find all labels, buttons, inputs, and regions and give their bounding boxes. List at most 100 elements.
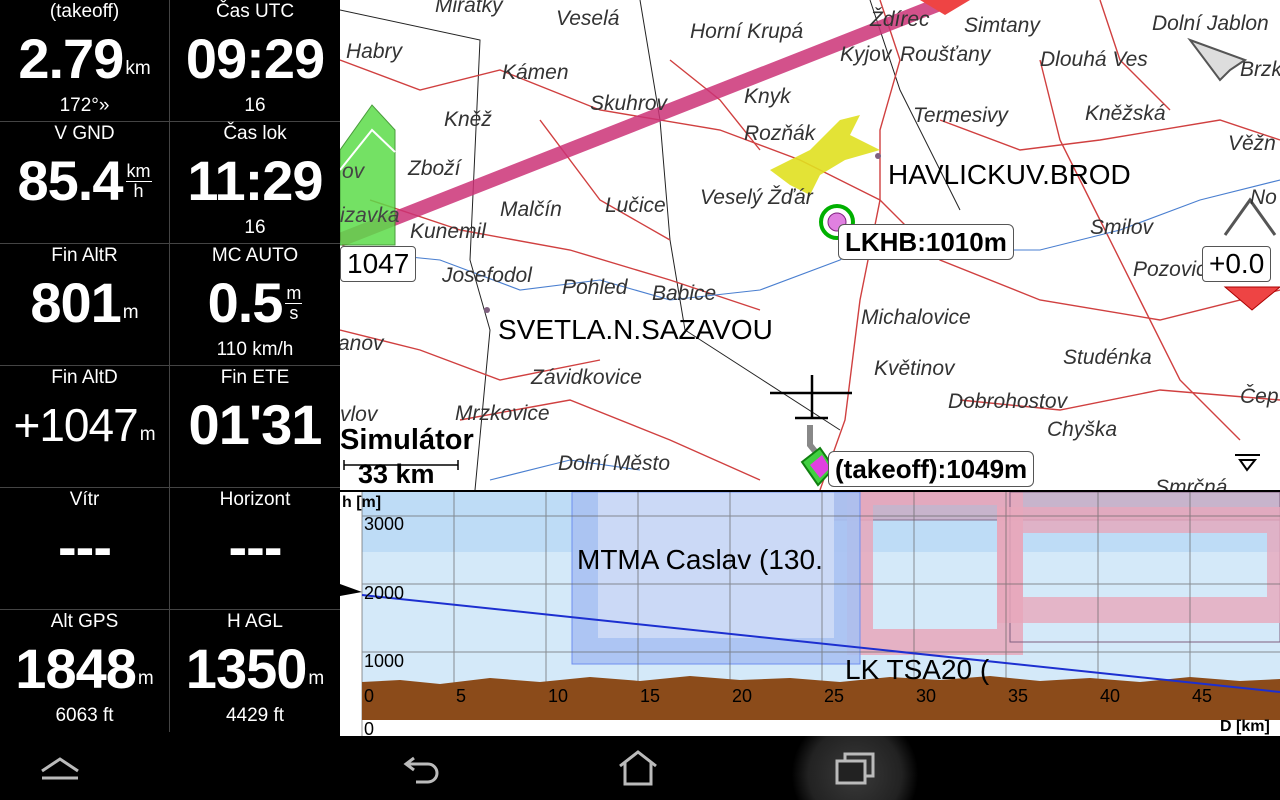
infobox-title: Fin AltD: [51, 367, 118, 388]
town-label: Věžn: [1228, 132, 1276, 155]
distance-tick: 25: [824, 686, 845, 706]
infobox-value: 2.79: [18, 27, 124, 90]
town-label: Ždírec: [870, 8, 930, 31]
vario-value-label: +0.0: [1202, 246, 1272, 282]
home-icon: [619, 750, 657, 786]
airspace-label: LK TSA20 (: [845, 654, 990, 685]
cross-section-graph: [340, 492, 1280, 738]
town-label: Habry: [346, 40, 403, 63]
town-label: Malčín: [500, 198, 562, 221]
infobox-value: 85.4: [17, 149, 124, 212]
terrain-profile: [362, 676, 1280, 720]
distance-tick: 10: [548, 686, 569, 706]
town-label: Dlouhá Ves: [1040, 48, 1148, 71]
back-button[interactable]: [362, 736, 482, 800]
distance-tick: 20: [732, 686, 753, 706]
infobox-unit: km: [125, 58, 151, 79]
airspace-label: MTMA Caslav (130.: [577, 544, 823, 575]
town-label: Skuhrov: [590, 92, 668, 115]
infobox-mc-auto[interactable]: MC AUTO 0.5 ms 110 km/h: [170, 244, 340, 366]
infobox-value: +1047: [13, 399, 138, 451]
town-label: Dolní Město: [558, 452, 671, 475]
town-label: Termesivy: [913, 104, 1008, 127]
infobox-takeoff-distance[interactable]: (takeoff) 2.79 km 172°»: [0, 0, 170, 122]
infobox-title: MC AUTO: [211, 245, 299, 266]
town-label: Kněž: [444, 108, 492, 131]
infobox-final-alt-diff[interactable]: Fin AltD +1047 m: [0, 366, 170, 488]
town-label: Dolní Jablon: [1152, 12, 1269, 35]
town-label: Kámen: [502, 61, 569, 84]
home-button[interactable]: [578, 736, 698, 800]
north-arrow-icon: [1187, 37, 1248, 82]
town-label: No: [1250, 186, 1277, 209]
town-label: Kunemil: [410, 220, 486, 243]
town-label: Horní Krupá: [690, 20, 804, 43]
moving-map[interactable]: Miratky Veselá Habry Horní Krupá Ždírec …: [340, 0, 1280, 490]
waypoint-label-lkhb[interactable]: LKHB:1010m: [838, 224, 1014, 260]
infobox-value: ---: [228, 515, 283, 578]
infobox-panel: (takeoff) 2.79 km 172°» Čas UTC 09:29 16 …: [0, 0, 340, 736]
distance-tick: 0: [364, 686, 375, 706]
distance-tick: 15: [640, 686, 661, 706]
infobox-value: ---: [58, 515, 112, 578]
distance-tick: 30: [916, 686, 937, 706]
town-label: Rozňák: [744, 122, 816, 145]
infobox-horizon[interactable]: Horizont ---: [170, 488, 340, 610]
distance-axis-label: D [km]: [1220, 718, 1270, 735]
infobox-final-alt-required[interactable]: Fin AltR 801 m: [0, 244, 170, 366]
infobox-alt-gps[interactable]: Alt GPS 1848 m 6063 ft: [0, 610, 170, 732]
glider-icon: [770, 375, 852, 420]
infobox-value: 11:29: [187, 149, 323, 212]
town-label: Knyk: [744, 85, 791, 108]
infobox-value: 1350: [185, 637, 308, 700]
infobox-wind[interactable]: Vítr ---: [0, 488, 170, 610]
town-label: Veselý Žďár: [700, 186, 813, 209]
town-label: ov: [342, 160, 365, 183]
infobox-comment: 6063 ft: [55, 705, 114, 726]
infobox-time-local[interactable]: Čas lok 11:29 16: [170, 122, 340, 244]
altitude-tick: 2000: [364, 583, 405, 603]
infobox-unit: ms: [285, 282, 303, 323]
menu-up-button[interactable]: [0, 736, 120, 800]
town-label: Pohled: [562, 276, 628, 299]
town-label: anov: [340, 332, 384, 355]
infobox-time-utc[interactable]: Čas UTC 09:29 16: [170, 0, 340, 122]
town-label: Brzk: [1240, 58, 1280, 81]
cross-section-view[interactable]: h [m] D [km] 3000 2000 1000 0 0 5 10 15 …: [340, 490, 1280, 738]
town-label: Závidkovice: [531, 366, 642, 389]
town-marker-icon: [484, 307, 490, 313]
final-glide-altitude-label: 1047: [340, 246, 417, 282]
infobox-title: Čas UTC: [215, 1, 295, 22]
town-label: Smrčná: [1155, 476, 1228, 490]
infobox-title: (takeoff): [49, 1, 120, 22]
infobox-value: 1848: [15, 637, 137, 700]
town-label: Mrzkovice: [455, 402, 550, 425]
distance-tick: 45: [1192, 686, 1213, 706]
town-label: Babice: [652, 282, 717, 305]
aircraft-marker-icon: [340, 584, 362, 596]
infobox-title: V GND: [54, 123, 115, 144]
infobox-title: Fin ETE: [220, 367, 290, 388]
back-icon: [403, 756, 439, 784]
town-label: Zboží: [408, 157, 461, 180]
recent-apps-button[interactable]: [780, 736, 930, 800]
town-label: Roušťany: [900, 43, 991, 66]
infobox-title: Alt GPS: [50, 611, 119, 632]
infobox-title: Horizont: [219, 489, 291, 510]
distance-tick: 40: [1100, 686, 1121, 706]
infobox-value: 01'31: [188, 393, 323, 456]
simulator-mode-label: Simulátor: [340, 424, 474, 456]
distance-tick: 5: [456, 686, 467, 706]
town-label: Miratky: [435, 0, 503, 17]
waypoint-label-takeoff[interactable]: (takeoff):1049m: [828, 451, 1035, 487]
infobox-final-ete[interactable]: Fin ETE 01'31: [170, 366, 340, 488]
town-label: izavka: [340, 204, 400, 227]
town-label: Michalovice: [861, 306, 971, 329]
infobox-height-agl[interactable]: H AGL 1350 m 4429 ft: [170, 610, 340, 732]
system-navigation-bar: [0, 736, 1280, 800]
infobox-ground-speed[interactable]: V GND 85.4 km h: [0, 122, 170, 244]
menu-up-icon: [41, 757, 79, 780]
infobox-unit: m: [137, 668, 154, 689]
city-label-havlickuv-brod: HAVLICKUV.BROD: [888, 159, 1131, 190]
infobox-comment: 172°»: [59, 95, 110, 116]
